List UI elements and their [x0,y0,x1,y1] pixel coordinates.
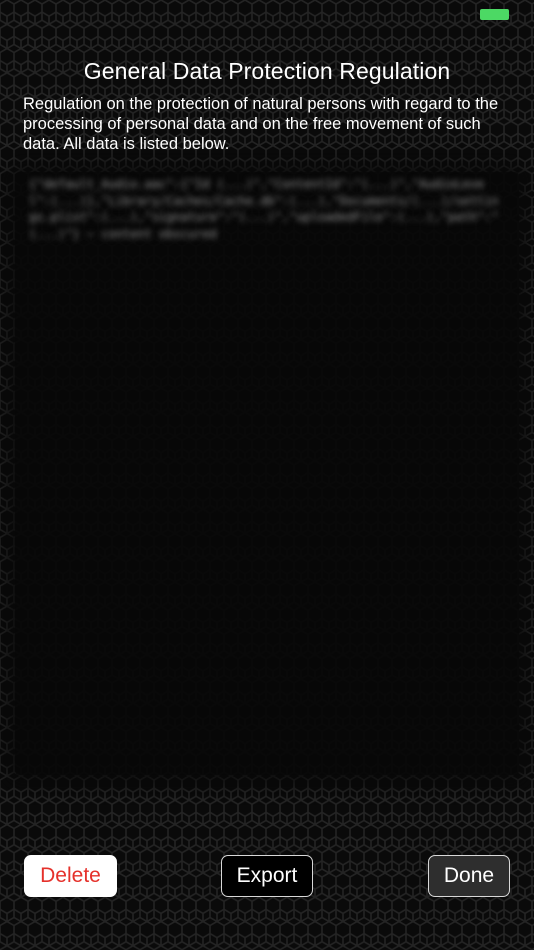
export-button[interactable]: Export [221,855,313,897]
page-title: General Data Protection Regulation [83,58,451,84]
battery-icon [480,9,509,20]
done-button[interactable]: Done [428,855,510,897]
data-listing-text: {"default_Audio.aac":{"Id (...)","Conten… [29,177,499,241]
delete-button[interactable]: Delete [24,855,117,897]
data-listing-panel[interactable]: {"default_Audio.aac":{"Id (...)","Conten… [15,172,519,775]
page-description: Regulation on the protection of natural … [23,95,499,153]
